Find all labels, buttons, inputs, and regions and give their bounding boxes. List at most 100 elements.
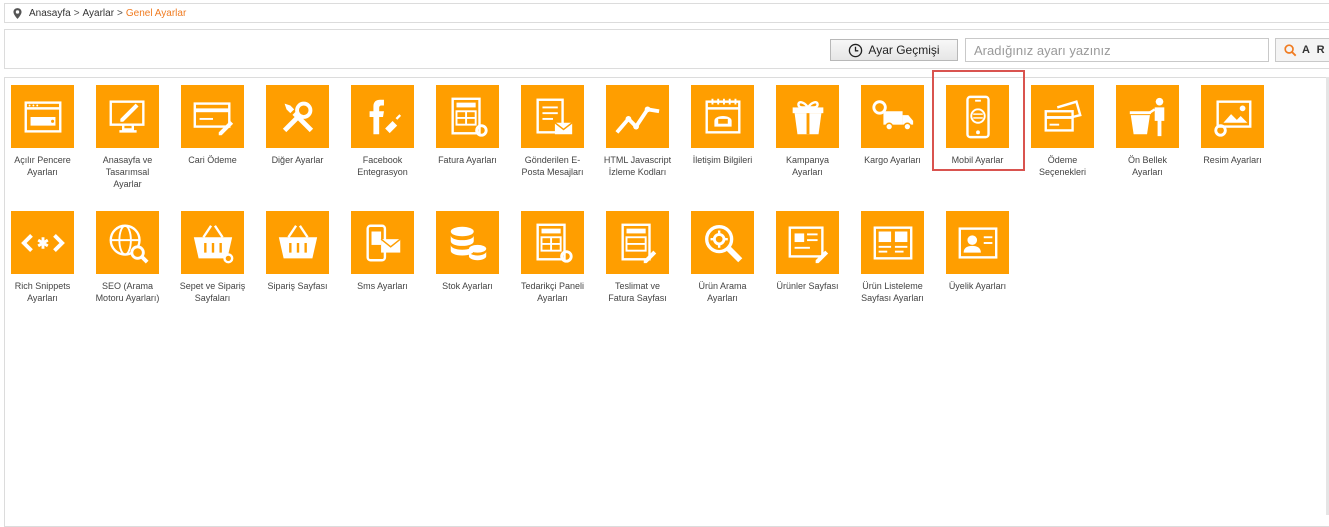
tile-icon-box xyxy=(861,85,924,148)
tile-shipping[interactable]: Kargo Ayarları xyxy=(850,85,935,166)
tile-label: Ön Bellek Ayarları xyxy=(1127,155,1168,177)
settings-history-button[interactable]: Ayar Geçmişi xyxy=(830,39,958,61)
invoice-gear-icon xyxy=(450,97,488,137)
tile-icon-box xyxy=(351,211,414,274)
invoice-gear-icon xyxy=(535,223,573,263)
tile-facebook[interactable]: Facebook Entegrasyon xyxy=(340,85,425,178)
tile-product-search[interactable]: Ürün Arama Ayarları xyxy=(680,211,765,304)
tile-icon-box xyxy=(96,85,159,148)
magnifier-gear-icon xyxy=(704,224,742,262)
tile-icon-box xyxy=(181,85,244,148)
tile-icon-box xyxy=(606,211,669,274)
tile-membership[interactable]: Üyelik Ayarları xyxy=(935,211,1020,292)
tile-delivery-invoice-page[interactable]: Teslimat ve Fatura Sayfası xyxy=(595,211,680,304)
tile-payment-options[interactable]: Ödeme Seçenekleri xyxy=(1020,85,1105,178)
tile-label: HTML Javascript İzleme Kodları xyxy=(603,155,672,177)
tile-other-settings[interactable]: Diğer Ayarlar xyxy=(255,85,340,166)
card-pen-icon xyxy=(193,101,233,135)
facebook-plug-icon xyxy=(369,99,401,134)
tile-label: Tedarikçi Paneli Ayarları xyxy=(520,281,585,303)
tile-icon-box xyxy=(776,85,839,148)
tile-campaign[interactable]: Kampanya Ayarları xyxy=(765,85,850,178)
tile-icon-box xyxy=(861,211,924,274)
breadcrumb-settings[interactable]: Ayarlar xyxy=(83,8,115,19)
browser-window-icon xyxy=(24,100,61,133)
tile-supplier-panel[interactable]: Tedarikçi Paneli Ayarları xyxy=(510,211,595,304)
product-page-pen-icon xyxy=(788,225,828,263)
tile-icon-box xyxy=(96,211,159,274)
basket-icon xyxy=(278,224,317,258)
tile-label: Stok Ayarları xyxy=(442,281,493,291)
monitor-pen-icon xyxy=(109,99,145,133)
tile-html-tracking[interactable]: HTML Javascript İzleme Kodları xyxy=(595,85,680,178)
tile-icon-box xyxy=(1031,85,1094,148)
tile-label: Sepet ve Sipariş Sayfaları xyxy=(179,281,246,303)
tile-icon-box xyxy=(1201,85,1264,148)
tile-products-page[interactable]: Ürünler Sayfası xyxy=(765,211,850,292)
tile-label: Teslimat ve Fatura Sayfası xyxy=(608,281,667,303)
tile-label: Gönderilen E-Posta Mesajları xyxy=(521,155,584,177)
product-grid-icon xyxy=(873,225,912,260)
tile-icon-box xyxy=(946,211,1009,274)
tile-current-payment[interactable]: Cari Ödeme xyxy=(170,85,255,166)
delivery-truck-icon xyxy=(871,99,913,131)
tile-label: Sms Ayarları xyxy=(357,281,408,291)
tile-icon-box xyxy=(1116,85,1179,148)
search-button[interactable]: A R A xyxy=(1275,38,1329,62)
location-pin-icon xyxy=(13,7,22,19)
tile-label: Diğer Ayarlar xyxy=(271,155,324,165)
calendar-phone-icon xyxy=(705,98,740,134)
tile-mobile-settings[interactable]: Mobil Ayarlar xyxy=(935,85,1020,166)
tile-product-listing[interactable]: Ürün Listeleme Sayfası Ayarları xyxy=(850,211,935,304)
trash-person-icon xyxy=(1129,97,1164,136)
tile-label: Anasayfa ve Tasarımsal Ayarlar xyxy=(102,155,153,189)
tile-label: Rich Snippets Ayarları xyxy=(14,281,71,303)
tile-label: Mobil Ayarlar xyxy=(951,155,1004,165)
tile-icon-box xyxy=(11,85,74,148)
image-gear-icon xyxy=(1213,99,1251,137)
tile-icon-box xyxy=(521,85,584,148)
basket-gear-icon xyxy=(193,224,233,263)
tile-seo[interactable]: SEO (Arama Motoru Ayarları) xyxy=(85,211,170,304)
tile-label: Cari Ödeme xyxy=(188,155,237,165)
tile-label: Fatura Ayarları xyxy=(438,155,497,165)
tile-icon-box xyxy=(776,211,839,274)
breadcrumb-home[interactable]: Anasayfa xyxy=(29,8,71,19)
tile-label: Resim Ayarları xyxy=(1203,155,1262,165)
tile-icon-box xyxy=(691,211,754,274)
tile-cache-settings[interactable]: Ön Bellek Ayarları xyxy=(1105,85,1190,178)
tile-label: Ödeme Seçenekleri xyxy=(1038,155,1087,177)
tile-popup-settings[interactable]: Açılır Pencere Ayarları xyxy=(0,85,85,178)
tile-order-page[interactable]: Sipariş Sayfası xyxy=(255,211,340,292)
tile-icon-box xyxy=(946,85,1009,148)
mobile-settings-icon xyxy=(965,95,990,138)
tile-invoice-settings[interactable]: Fatura Ayarları xyxy=(425,85,510,166)
tile-cart-order-pages[interactable]: Sepet ve Sipariş Sayfaları xyxy=(170,211,255,304)
search-button-label: A R A xyxy=(1302,44,1329,56)
tile-sent-emails[interactable]: Gönderilen E-Posta Mesajları xyxy=(510,85,595,178)
gift-box-icon xyxy=(792,100,823,134)
tile-label: Kargo Ayarları xyxy=(864,155,921,165)
tile-label: İletişim Bilgileri xyxy=(692,155,753,165)
breadcrumb-separator: > xyxy=(73,7,80,19)
tile-label: Açılır Pencere Ayarları xyxy=(14,155,71,177)
breadcrumb: Anasayfa > Ayarlar > Genel Ayarlar xyxy=(4,3,1329,23)
tile-icon-box xyxy=(436,85,499,148)
tile-homepage-design[interactable]: Anasayfa ve Tasarımsal Ayarlar xyxy=(85,85,170,190)
tile-stock-settings[interactable]: Stok Ayarları xyxy=(425,211,510,292)
tile-contact-info[interactable]: İletişim Bilgileri xyxy=(680,85,765,166)
invoice-pen-icon xyxy=(620,223,656,263)
tile-label: SEO (Arama Motoru Ayarları) xyxy=(95,281,160,303)
tile-icon-box xyxy=(436,211,499,274)
settings-history-label: Ayar Geçmişi xyxy=(868,43,940,57)
tile-sms-settings[interactable]: Sms Ayarları xyxy=(340,211,425,292)
document-envelope-icon xyxy=(535,98,573,134)
tile-icon-box xyxy=(11,211,74,274)
tile-rich-snippets[interactable]: Rich Snippets Ayarları xyxy=(0,211,85,304)
settings-search-input[interactable] xyxy=(965,38,1269,62)
tile-label: Facebook Entegrasyon xyxy=(357,155,408,177)
tile-label: Ürün Arama Ayarları xyxy=(698,281,747,303)
tile-label: Sipariş Sayfası xyxy=(267,281,328,291)
tile-icon-box xyxy=(606,85,669,148)
tile-image-settings[interactable]: Resim Ayarları xyxy=(1190,85,1275,166)
